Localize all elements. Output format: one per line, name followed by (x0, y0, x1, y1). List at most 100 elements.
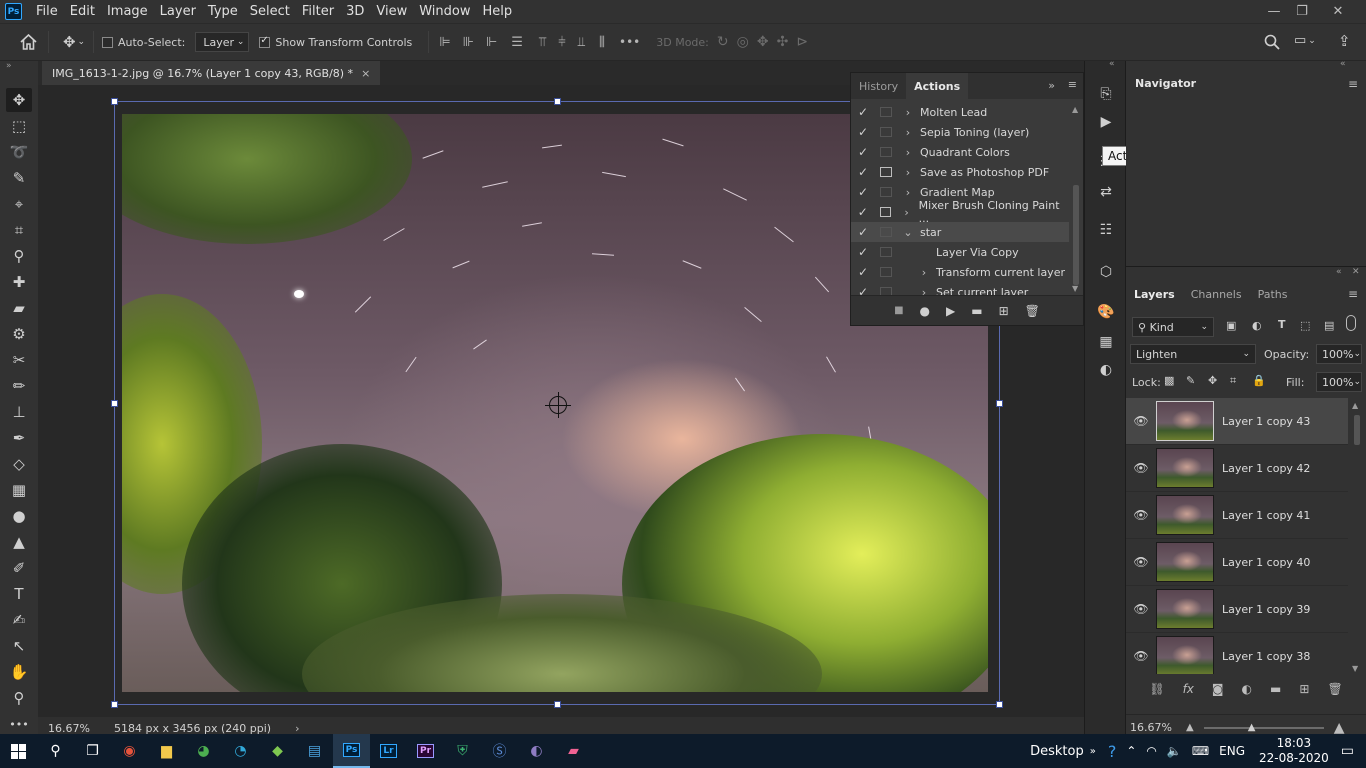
dialog-toggle[interactable] (880, 227, 892, 237)
eyedropper-tool-icon[interactable]: ⚲ (6, 244, 32, 268)
edit-toolbar-icon[interactable]: ••• (6, 712, 32, 736)
actions-scrollbar[interactable]: ▲ ▼ (1071, 105, 1081, 293)
close-document-icon[interactable]: × (361, 67, 370, 80)
task-view-icon[interactable]: ❐ (74, 734, 111, 768)
photos-app-icon[interactable]: ◆ (259, 734, 296, 768)
visibility-eye-icon[interactable]: 👁 (1126, 555, 1156, 569)
navigator-zoom-value[interactable]: 16.67% (1130, 721, 1186, 734)
scrollbar-thumb[interactable] (1073, 185, 1079, 285)
scrollbar-thumb[interactable] (1354, 415, 1360, 445)
navigator-title[interactable]: Navigator (1135, 77, 1196, 90)
dialog-toggle[interactable] (880, 147, 892, 157)
action-row[interactable]: ✓ › Quadrant Colors (851, 142, 1069, 162)
scroll-up-icon[interactable]: ▲ (1072, 105, 1078, 114)
document-tab[interactable]: IMG_1613-1-2.jpg @ 16.7% (Layer 1 copy 4… (42, 61, 381, 85)
more-options-icon[interactable]: ••• (619, 35, 640, 49)
chevron-up-icon[interactable]: ⌃ (1126, 744, 1136, 758)
adjustment-layer-icon[interactable]: ◐ (1242, 682, 1252, 696)
zoom-out-icon[interactable]: ▲ (1186, 722, 1194, 733)
filter-smart-object-icon[interactable]: ▤ (1324, 319, 1334, 332)
slide-3d-icon[interactable]: ✣ (777, 34, 789, 50)
layer-row[interactable]: 👁 Layer 1 copy 41 (1126, 492, 1348, 539)
group-folder-icon[interactable]: ▬ (1270, 682, 1281, 696)
auto-select-toggle[interactable]: Auto-Select: (102, 36, 185, 49)
action-row[interactable]: ✓ › Transform current layer (851, 262, 1069, 282)
layer-mask-icon[interactable]: ◙ (1212, 682, 1224, 696)
windows-start-icon[interactable] (0, 734, 37, 768)
filter-shape-icon[interactable]: ⬚ (1300, 319, 1310, 332)
layer-row[interactable]: 👁 Layer 1 copy 43 (1126, 398, 1348, 445)
expander-icon[interactable]: › (902, 146, 914, 159)
menu-file[interactable]: File (30, 0, 64, 23)
clone-stamp-tool-icon[interactable]: ⊥ (6, 400, 32, 424)
properties-icon[interactable]: ☷ (1095, 219, 1117, 241)
quick-selection-tool-icon[interactable]: ✎ (6, 166, 32, 190)
delete-layer-icon[interactable]: 🗑 (1327, 682, 1342, 696)
lasso-tool-icon[interactable]: ➰ (6, 140, 32, 164)
toolbar-expand-icon[interactable]: » (1090, 746, 1096, 757)
auto-select-checkbox[interactable] (102, 36, 113, 48)
action-row[interactable]: ✓ ⌄ star (851, 222, 1069, 242)
keyboard-icon[interactable]: ⌨ (1192, 744, 1209, 758)
move-tool-icon[interactable]: ✥ (6, 88, 32, 112)
new-action-icon[interactable]: ⊞ (999, 304, 1009, 318)
filter-type-icon[interactable]: T (1278, 318, 1286, 331)
fill-field[interactable]: 100% ⌄ (1316, 372, 1362, 392)
show-transform-checkbox[interactable] (259, 35, 271, 48)
lock-all-icon[interactable]: 🔒 (1252, 374, 1266, 387)
action-enabled-check[interactable]: ✓ (855, 205, 871, 219)
actions-panel-icon[interactable]: ▶ (1095, 111, 1117, 133)
eraser-tool-icon[interactable]: ◇ (6, 452, 32, 476)
expander-icon[interactable]: › (902, 126, 914, 139)
menu-help[interactable]: Help (477, 0, 519, 23)
scroll-down-icon[interactable]: ▼ (1072, 284, 1078, 293)
new-layer-icon[interactable]: ⊞ (1299, 682, 1309, 696)
home-icon[interactable] (14, 34, 42, 50)
healing-brush-tool-icon[interactable]: ✚ (6, 270, 32, 294)
stop-icon[interactable]: ■ (894, 305, 903, 316)
expander-icon[interactable]: ⌄ (902, 226, 914, 239)
auto-select-target-dropdown[interactable]: Layer ⌄ (195, 32, 250, 52)
collapse-layers-icon[interactable]: « (1336, 267, 1342, 277)
direct-selection-tool-icon[interactable]: ↖ (6, 634, 32, 658)
clock[interactable]: 18:03 22-08-2020 (1259, 736, 1329, 766)
visibility-eye-icon[interactable]: 👁 (1126, 602, 1156, 616)
menu-select[interactable]: Select (244, 0, 296, 23)
notifications-icon[interactable]: ▭ (1341, 743, 1354, 759)
menu-image[interactable]: Image (101, 0, 154, 23)
scroll-down-icon[interactable]: ▼ (1352, 664, 1358, 673)
action-enabled-check[interactable]: ✓ (855, 265, 871, 279)
zoom-slider[interactable]: ▲ (1203, 722, 1324, 733)
desktop-toolbar-label[interactable]: Desktop (1030, 744, 1084, 759)
lock-transparency-icon[interactable]: ▩ (1164, 374, 1174, 387)
filter-pixel-icon[interactable]: ▣ (1226, 319, 1236, 332)
premiere-taskbar-icon[interactable]: Pr (407, 734, 444, 768)
action-enabled-check[interactable]: ✓ (855, 105, 871, 119)
color-panel-icon[interactable]: 🎨 (1095, 301, 1117, 323)
panel-menu-icon[interactable]: ≡ (1348, 287, 1358, 301)
volume-icon[interactable]: 🔈 (1167, 744, 1182, 758)
menu-layer[interactable]: Layer (154, 0, 202, 23)
lock-artboard-icon[interactable]: ⌗ (1230, 374, 1236, 388)
layer-thumbnail[interactable] (1156, 495, 1214, 535)
search-icon[interactable]: ⚲ (37, 734, 74, 768)
stamp-tool-icon[interactable]: ⚙ (6, 322, 32, 346)
dodge-tool-icon[interactable]: ▲ (6, 530, 32, 554)
trash-icon[interactable]: 🗑 (1025, 304, 1040, 318)
wifi-icon[interactable]: ◠ (1146, 744, 1156, 758)
type-tool-icon[interactable]: T (6, 582, 32, 606)
menu-window[interactable]: Window (413, 0, 476, 23)
layer-row[interactable]: 👁 Layer 1 copy 40 (1126, 539, 1348, 586)
layer-thumbnail[interactable] (1156, 448, 1214, 488)
align-left-icon[interactable]: ⊫ (439, 35, 450, 50)
tab-channels[interactable]: Channels (1183, 281, 1250, 307)
lock-position-icon[interactable]: ✥ (1208, 374, 1217, 387)
layer-name[interactable]: Layer 1 copy 40 (1222, 556, 1310, 569)
align-center-icon[interactable]: ⊪ (463, 35, 474, 50)
layer-thumbnail[interactable] (1156, 636, 1214, 674)
lock-pixels-icon[interactable]: ✎ (1186, 374, 1195, 387)
language-indicator[interactable]: ENG (1219, 744, 1245, 758)
close-window-button[interactable]: ✕ (1320, 0, 1356, 23)
workspace-icon[interactable]: ▭ ⌄ (1294, 33, 1316, 48)
visibility-eye-icon[interactable]: 👁 (1126, 414, 1156, 428)
